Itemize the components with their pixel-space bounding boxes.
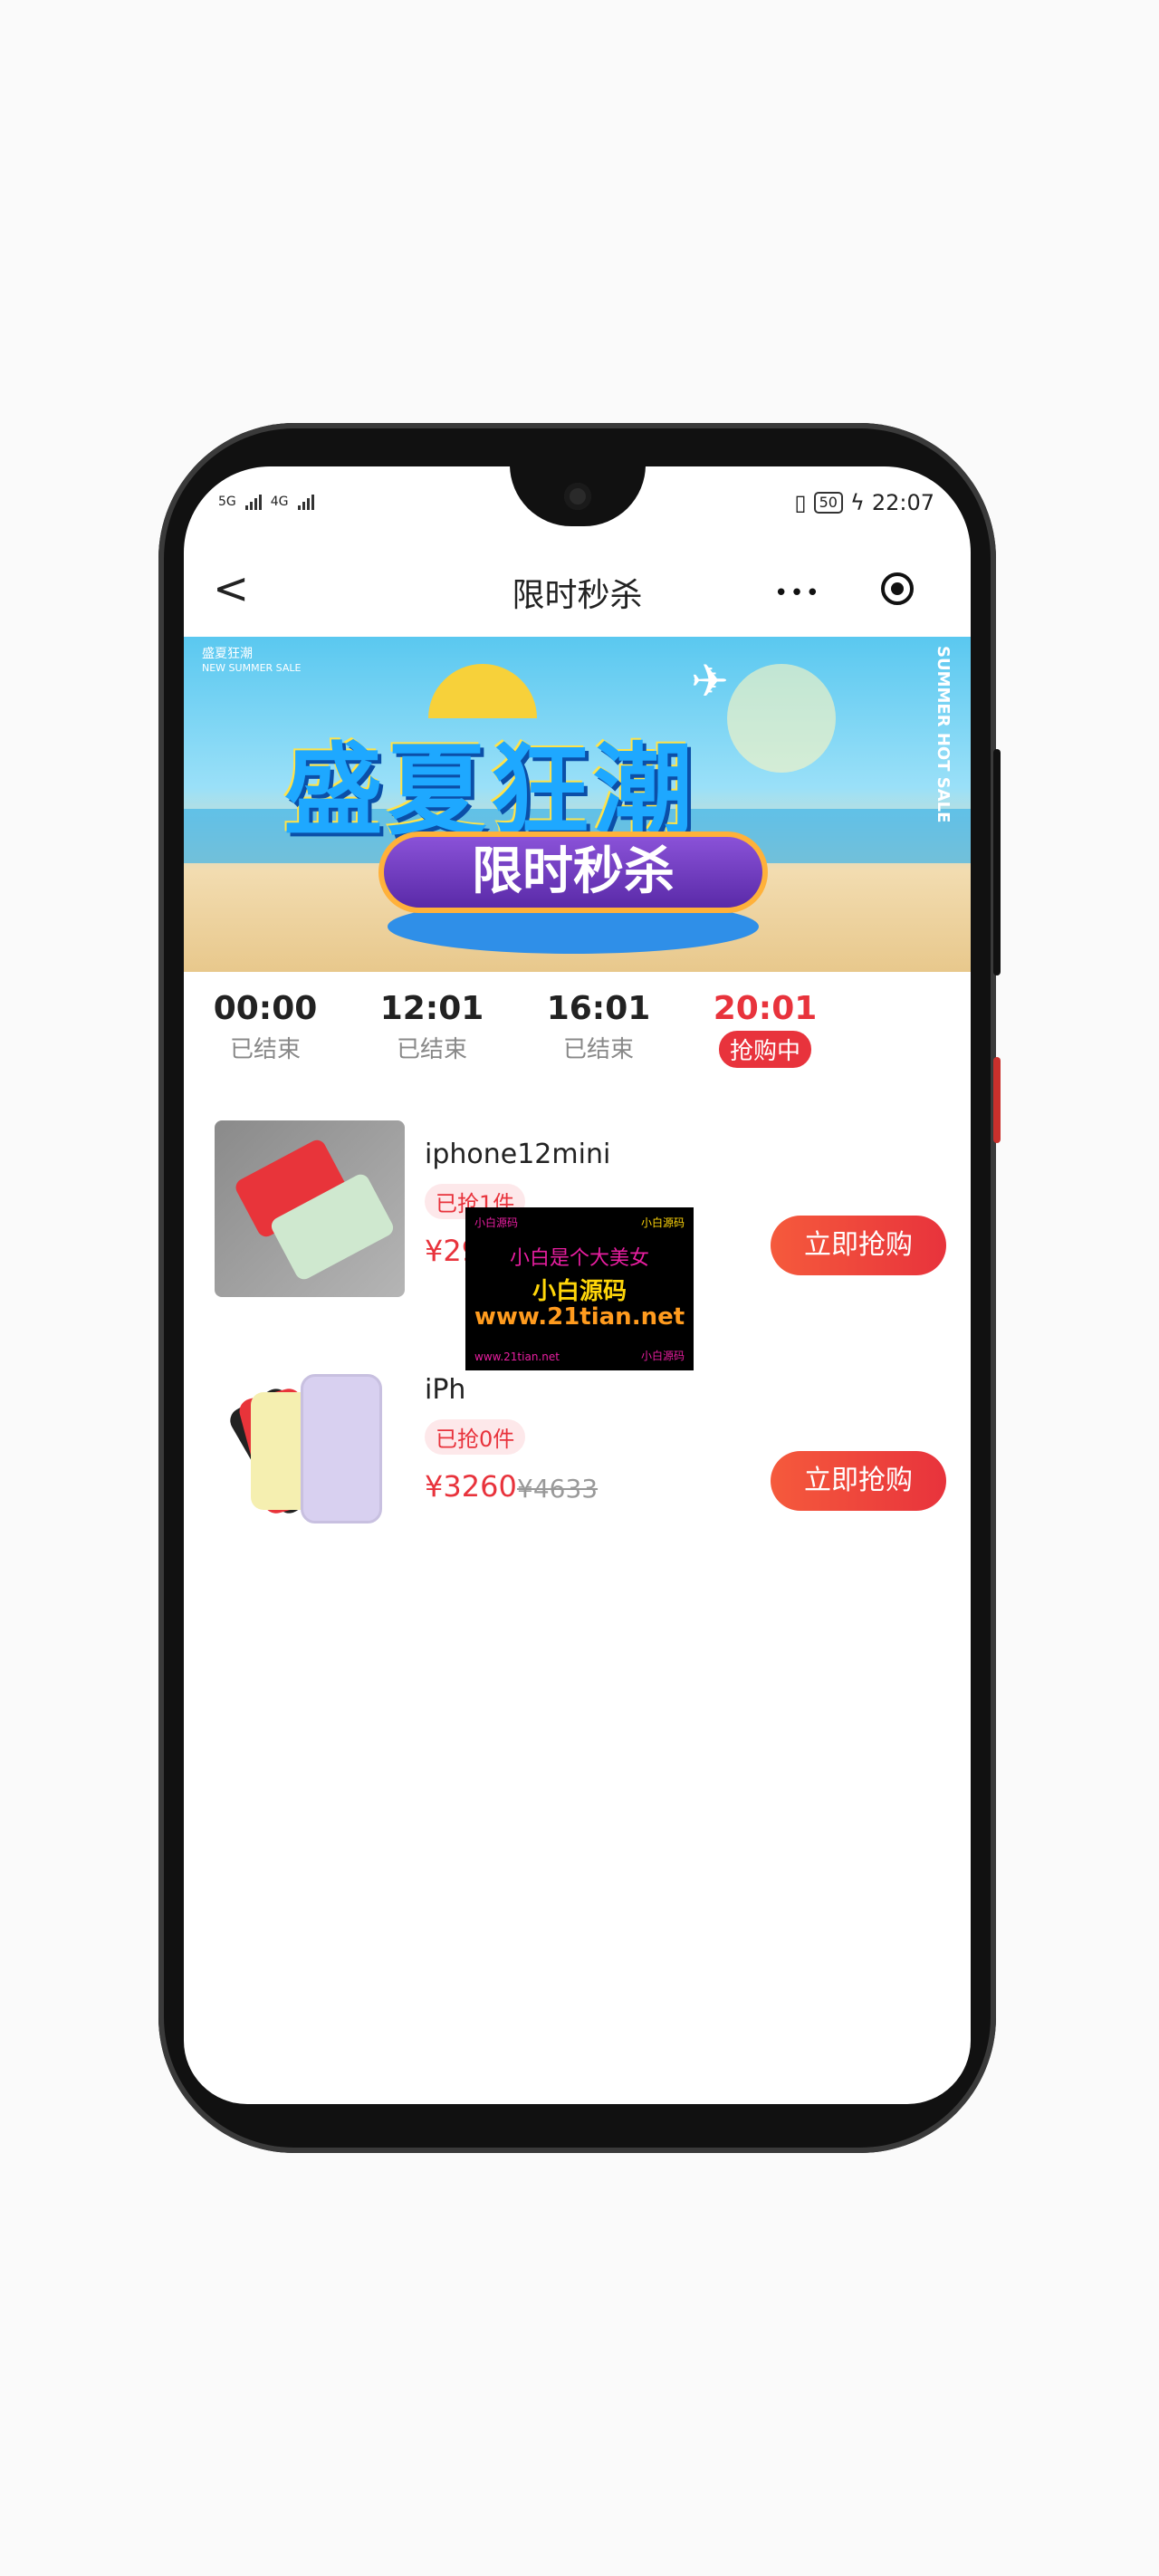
watermark-overlay: 小白源码 小白源码 小白是个大美女 小白源码 www.21tian.net ww… xyxy=(465,1207,694,1370)
tab-status: 已结束 xyxy=(396,1036,467,1063)
phone-purple-shape xyxy=(301,1374,382,1523)
buy-now-button[interactable]: 立即抢购 xyxy=(771,1451,946,1511)
time-tabs: 00:00 已结束 12:01 已结束 16:01 已结束 20:01 抢购中 xyxy=(184,981,971,1081)
tab-time: 20:01 xyxy=(713,990,818,1027)
signal-icon xyxy=(244,494,262,510)
banner-subline: 限时秒杀 xyxy=(378,831,768,913)
plane-icon: ✈ xyxy=(691,655,729,707)
product-name: iPh xyxy=(425,1374,466,1406)
tab-0000[interactable]: 00:00 已结束 xyxy=(202,990,329,1064)
original-price: ¥4633 xyxy=(517,1474,599,1504)
watermark-text: 小白源码 xyxy=(640,1350,685,1362)
network-5g-label: 5G xyxy=(218,495,236,509)
status-bar: 5G 4G ▯ 50 ϟ 22:07 xyxy=(184,466,971,543)
nav-bar: < 限时秒杀 ••• xyxy=(184,543,971,634)
buy-now-button[interactable]: 立即抢购 xyxy=(771,1216,946,1275)
power-button xyxy=(993,1057,1001,1143)
tab-time: 16:01 xyxy=(546,990,651,1027)
watermark-text: www.21tian.net xyxy=(474,1350,560,1363)
watermark-text: www.21tian.net xyxy=(474,1303,685,1331)
banner-tag-en: NEW SUMMER SALE xyxy=(202,662,302,674)
promo-banner[interactable]: ✈ 盛夏狂潮 NEW SUMMER SALE SUMMER HOT SALE 盛… xyxy=(184,637,971,972)
sold-badge: 已抢0件 xyxy=(425,1419,526,1455)
tab-time: 12:01 xyxy=(379,990,484,1027)
tab-status: 已结束 xyxy=(562,1036,634,1063)
vibrate-icon: ▯ xyxy=(794,490,807,515)
banner-side-text: SUMMER HOT SALE xyxy=(934,646,953,823)
charging-icon: ϟ xyxy=(849,490,865,515)
tab-status: 已结束 xyxy=(229,1036,301,1063)
watermark-text: 小白源码 xyxy=(640,1216,685,1229)
product-image xyxy=(215,1356,405,1533)
clock: 22:07 xyxy=(871,490,934,515)
watermark-text: 小白源码 xyxy=(532,1278,627,1305)
more-icon[interactable]: ••• xyxy=(774,580,821,607)
status-left: 5G 4G xyxy=(218,494,314,510)
tab-time: 00:00 xyxy=(213,990,318,1027)
signal-icon-2 xyxy=(297,494,314,510)
tab-1201[interactable]: 12:01 已结束 xyxy=(369,990,495,1064)
sun-decoration xyxy=(727,664,836,773)
product-image xyxy=(215,1120,405,1297)
watermark-text: 小白是个大美女 xyxy=(509,1247,649,1270)
tab-status: 抢购中 xyxy=(718,1031,811,1068)
volume-button xyxy=(993,749,1001,976)
page-title: 限时秒杀 xyxy=(512,577,643,614)
product-name: iphone12mini xyxy=(425,1139,611,1170)
banner-tag: 盛夏狂潮 xyxy=(202,647,253,661)
tab-2001[interactable]: 20:01 抢购中 xyxy=(702,990,829,1068)
close-target-icon[interactable] xyxy=(881,572,914,605)
product-item[interactable]: iPh 已抢0件 ¥3260 ¥4633 立即抢购 xyxy=(184,1356,971,1537)
battery-icon: 50 xyxy=(813,492,843,514)
network-4g-label: 4G xyxy=(270,495,289,509)
tab-1601[interactable]: 16:01 已结束 xyxy=(535,990,662,1064)
status-right: ▯ 50 ϟ 22:07 xyxy=(794,490,934,515)
product-price: ¥3260 xyxy=(425,1469,517,1504)
watermark-text: 小白源码 xyxy=(474,1216,519,1229)
